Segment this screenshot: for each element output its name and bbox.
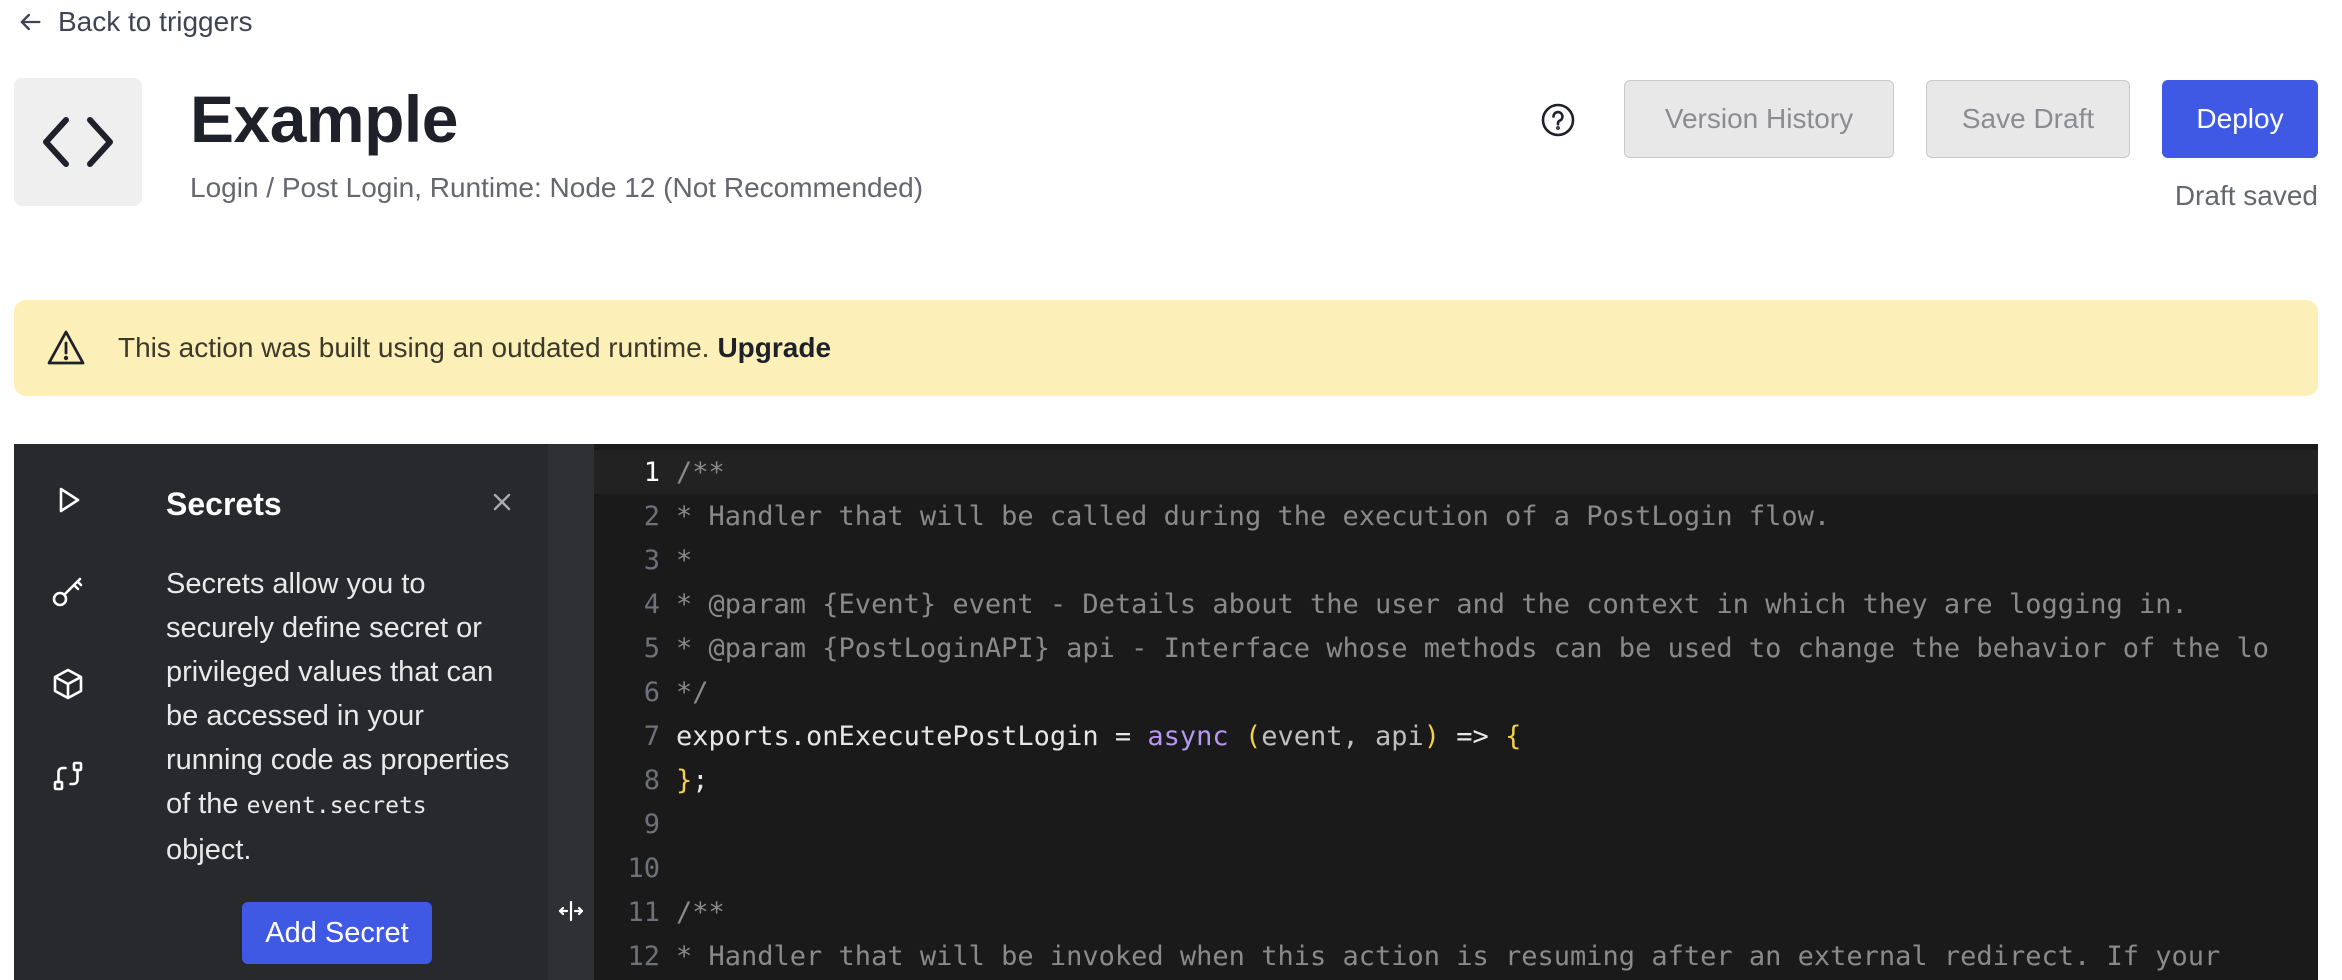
line-text: * @param {Event} event - Details about t… [676,588,2188,620]
code-line[interactable]: 3 * [594,538,2318,582]
action-type-badge [14,78,142,206]
code-line[interactable]: 10 [594,846,2318,890]
code-token: } [676,764,693,796]
code-line[interactable]: 6 */ [594,670,2318,714]
close-icon [493,493,511,511]
page-title: Example [190,82,458,156]
code-token: ) [1423,720,1441,752]
line-text: * Handler that will be called during the… [676,500,1831,532]
arrow-left-icon [20,13,41,31]
help-button[interactable] [1540,102,1576,138]
code-token: exports.onExecutePostLogin = [676,720,1148,752]
upgrade-link[interactable]: Upgrade [717,332,831,364]
code-token: => [1440,720,1506,752]
code-line[interactable]: 4 * @param {Event} event - Details about … [594,582,2318,626]
secrets-description-tail: object. [166,834,252,866]
line-number: 12 [627,940,660,972]
line-number: 9 [643,808,660,840]
line-number: 4 [643,588,660,620]
code-line[interactable]: 5 * @param {PostLoginAPI} api - Interface… [594,626,2318,670]
line-text: * [676,544,693,576]
line-number: 2 [643,500,660,532]
line-text: /** [676,456,725,488]
line-number: 3 [643,544,660,576]
dependencies-button[interactable] [40,656,96,712]
secrets-description-text: Secrets allow you to securely define sec… [166,568,510,820]
save-draft-button[interactable]: Save Draft [1926,80,2130,158]
code-line[interactable]: 8}; [594,758,2318,802]
close-panel-button[interactable] [484,484,520,520]
code-token: ( [1244,720,1262,752]
draft-status-text: Draft saved [2174,180,2318,211]
code-editor-area: Secrets Secrets allow you to securely de… [14,444,2318,980]
secrets-panel-title: Secrets [166,486,282,522]
outdated-runtime-banner: This action was built using an outdated … [14,300,2318,396]
box-icon [53,668,83,700]
branch-icon [53,761,83,791]
question-circle-icon [1541,103,1575,137]
line-number: 5 [643,632,660,664]
code-brackets-icon [43,117,113,167]
code-line[interactable]: 9 [594,802,2318,846]
secrets-button[interactable] [40,564,96,620]
code-line[interactable]: 12 * Handler that will be invoked when th… [594,934,2318,978]
secrets-panel: Secrets Secrets allow you to securely de… [122,444,548,980]
line-text: */ [676,676,709,708]
back-to-triggers-link[interactable]: Back to triggers [16,6,253,38]
run-test-button[interactable] [40,472,96,528]
code-token: ; [692,764,709,796]
line-number: 10 [627,852,660,884]
code-token: async [1147,720,1229,752]
line-text: * @param {PostLoginAPI} api - Interface … [676,632,2270,664]
banner-message: This action was built using an outdated … [118,332,710,363]
line-number: 11 [627,896,660,928]
version-history-button[interactable]: Version History [1624,80,1894,158]
code-line[interactable]: 11 /** [594,890,2318,934]
deploy-button[interactable]: Deploy [2162,80,2318,158]
secrets-description: Secrets allow you to securely define sec… [166,562,518,872]
version-control-button[interactable] [40,748,96,804]
panel-resize-handle[interactable] [548,444,594,980]
code-line[interactable]: 7 exports.onExecutePostLogin = async (eve… [594,714,2318,758]
add-secret-button[interactable]: Add Secret [242,902,432,964]
back-link-label: Back to triggers [58,6,253,37]
code-token: event, api [1261,720,1424,752]
line-text: * Handler that will be invoked when this… [676,940,2221,972]
line-text: /** [676,896,725,928]
line-number: 7 [643,720,660,752]
code-line[interactable]: 2 * Handler that will be called during th… [594,494,2318,538]
code-token: { [1505,720,1522,752]
warning-triangle-icon [47,330,85,365]
line-number: 1 [643,456,660,488]
editor-tool-rail [14,444,122,980]
code-line[interactable]: 1 /** [594,450,2318,494]
page-subtitle: Login / Post Login, Runtime: Node 12 (No… [190,172,924,203]
key-icon [52,577,83,607]
line-number: 6 [643,676,660,708]
line-text: exports.onExecutePostLogin = async (even… [676,721,1521,752]
code-editor[interactable]: 1 /** 2 * Handler that will be called durin… [594,444,2318,980]
line-number: 8 [643,764,660,796]
play-icon [59,487,80,513]
secrets-description-code: event.secrets [246,793,427,819]
resize-horizontal-icon [558,900,584,922]
line-text: }; [676,765,709,796]
